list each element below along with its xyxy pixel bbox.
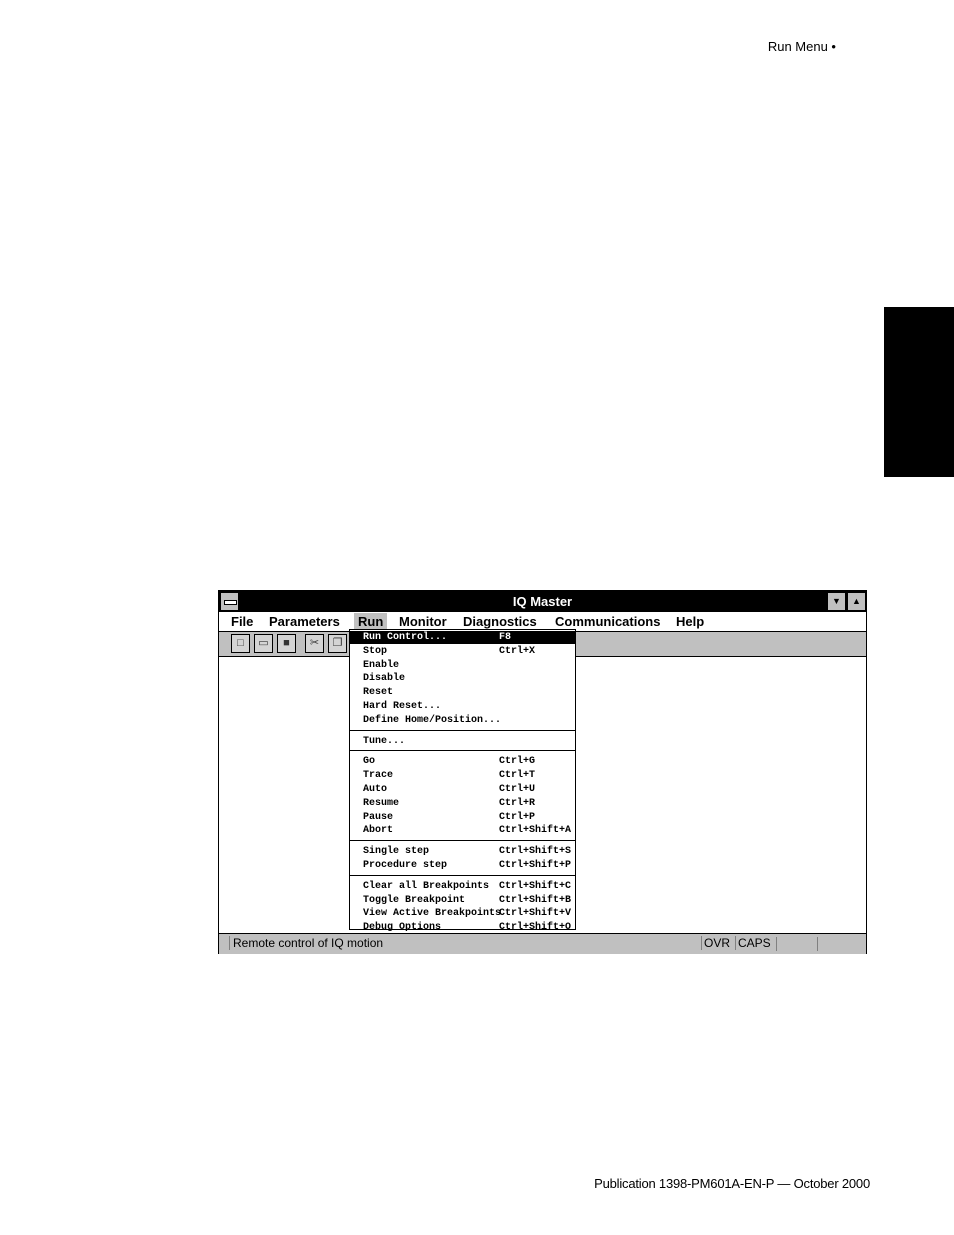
- run-menu-item-label: Resume: [363, 798, 400, 809]
- run-menu-item-shortcut: Ctrl+Shift+V: [499, 908, 572, 919]
- status-message: Remote control of IQ motion: [229, 936, 383, 950]
- run-menu-item[interactable]: Enable: [350, 659, 575, 672]
- menu-separator: [350, 729, 575, 731]
- run-menu-item[interactable]: Reset: [350, 686, 575, 699]
- run-menu-item[interactable]: Tune...: [350, 735, 575, 748]
- page-footer: Publication 1398-PM601A-EN-P — October 2…: [594, 1176, 870, 1191]
- run-menu-item-label: Toggle Breakpoint: [363, 895, 466, 906]
- run-menu-item-label: Enable: [363, 660, 400, 671]
- run-menu-item[interactable]: Define Home/Position...: [350, 714, 575, 727]
- ovr-indicator: OVR: [701, 936, 730, 950]
- menu-diagnostics[interactable]: Diagnostics: [459, 613, 541, 630]
- run-menu-item-shortcut: Ctrl+P: [499, 812, 536, 823]
- run-menu-item-label: Disable: [363, 673, 406, 684]
- run-menu-dropdown: Run Control... F8 Stop Ctrl+X Enable Disable R…: [349, 629, 576, 933]
- run-menu-item[interactable]: Abort Ctrl+Shift+A: [350, 824, 575, 837]
- caps-indicator: CAPS: [735, 936, 771, 950]
- new-file-icon[interactable]: □: [231, 634, 250, 653]
- run-menu-item[interactable]: Stop Ctrl+X: [350, 645, 575, 658]
- run-menu-item-shortcut: Ctrl+Shift+O: [499, 922, 572, 933]
- menu-parameters[interactable]: Parameters: [265, 613, 344, 630]
- status-pane-2: [817, 937, 818, 951]
- run-menu-item-label: View Active Breakpoints: [363, 908, 502, 919]
- maximize-button[interactable]: ▲: [847, 592, 866, 611]
- minimize-button[interactable]: ▼: [827, 592, 846, 611]
- run-menu-item[interactable]: View Active Breakpoints Ctrl+Shift+V: [350, 907, 575, 920]
- run-menu-item[interactable]: Pause Ctrl+P: [350, 811, 575, 824]
- run-menu-item[interactable]: Procedure step Ctrl+Shift+P: [350, 859, 575, 872]
- run-menu-item-label: Go: [363, 756, 376, 767]
- menu-communications[interactable]: Communications: [551, 613, 664, 630]
- page-header: Run Menu •: [767, 39, 836, 54]
- run-menu-item-label: Reset: [363, 687, 394, 698]
- open-folder-icon[interactable]: ▭: [254, 634, 273, 653]
- run-menu-item[interactable]: Debug Options Ctrl+Shift+O: [350, 921, 575, 934]
- status-pane-1: [776, 937, 777, 951]
- run-menu-item[interactable]: Single step Ctrl+Shift+S: [350, 845, 575, 858]
- run-menu-item-label: Abort: [363, 825, 394, 836]
- run-menu-item-shortcut: Ctrl+R: [499, 798, 536, 809]
- run-menu-item[interactable]: Resume Ctrl+R: [350, 797, 575, 810]
- run-menu-item-shortcut: Ctrl+Shift+S: [499, 846, 572, 857]
- menu-file[interactable]: File: [227, 613, 257, 630]
- run-menu-item[interactable]: Trace Ctrl+T: [350, 769, 575, 782]
- run-menu-item-shortcut: Ctrl+Shift+A: [499, 825, 572, 836]
- menu-help[interactable]: Help: [672, 613, 708, 630]
- run-menu-item[interactable]: Auto Ctrl+U: [350, 783, 575, 796]
- run-menu-item-label: Define Home/Position...: [363, 715, 502, 726]
- run-menu-item-shortcut: Ctrl+Shift+C: [499, 881, 572, 892]
- run-menu-item-label: Debug Options: [363, 922, 442, 933]
- run-menu-item-label: Single step: [363, 846, 430, 857]
- status-bar: Remote control of IQ motion OVR CAPS: [219, 933, 866, 954]
- run-menu-item[interactable]: Clear all Breakpoints Ctrl+Shift+C: [350, 880, 575, 893]
- menu-monitor[interactable]: Monitor: [395, 613, 451, 630]
- menu-separator: [350, 840, 575, 842]
- chapter-tab: [884, 307, 954, 477]
- window-title: IQ Master: [512, 594, 573, 609]
- run-menu-item-shortcut: Ctrl+T: [499, 770, 536, 781]
- run-menu-item-label: Run Control...: [363, 632, 448, 643]
- run-menu-item-shortcut: Ctrl+X: [499, 646, 536, 657]
- run-menu-item-shortcut: Ctrl+Shift+B: [499, 895, 572, 906]
- menu-run[interactable]: Run: [354, 613, 388, 630]
- run-menu-item-label: Trace: [363, 770, 394, 781]
- run-menu-item[interactable]: Hard Reset...: [350, 700, 575, 713]
- run-menu-item[interactable]: Go Ctrl+G: [350, 755, 575, 768]
- run-menu-item[interactable]: Toggle Breakpoint Ctrl+Shift+B: [350, 894, 575, 907]
- run-menu-item-shortcut: Ctrl+U: [499, 784, 536, 795]
- run-menu-item-shortcut: Ctrl+G: [499, 756, 536, 767]
- run-menu-item-shortcut: F8: [499, 632, 512, 643]
- run-menu-item-shortcut: Ctrl+Shift+P: [499, 860, 572, 871]
- title-bar: IQ Master ▼ ▲: [219, 591, 866, 612]
- run-menu-item-label: Pause: [363, 812, 394, 823]
- menu-separator: [350, 874, 575, 876]
- cut-icon[interactable]: ✂: [305, 634, 324, 653]
- run-menu-item[interactable]: Disable: [350, 672, 575, 685]
- save-icon[interactable]: ■: [277, 634, 296, 653]
- run-menu-item-label: Procedure step: [363, 860, 448, 871]
- run-menu-item-label: Clear all Breakpoints: [363, 881, 490, 892]
- run-menu-item-label: Tune...: [363, 736, 406, 747]
- run-menu-item[interactable]: Run Control... F8: [350, 631, 575, 644]
- run-menu-item-label: Stop: [363, 646, 388, 657]
- run-menu-item-label: Auto: [363, 784, 388, 795]
- run-menu-item-label: Hard Reset...: [363, 701, 442, 712]
- menu-separator: [350, 750, 575, 752]
- copy-icon[interactable]: ❐: [328, 634, 347, 653]
